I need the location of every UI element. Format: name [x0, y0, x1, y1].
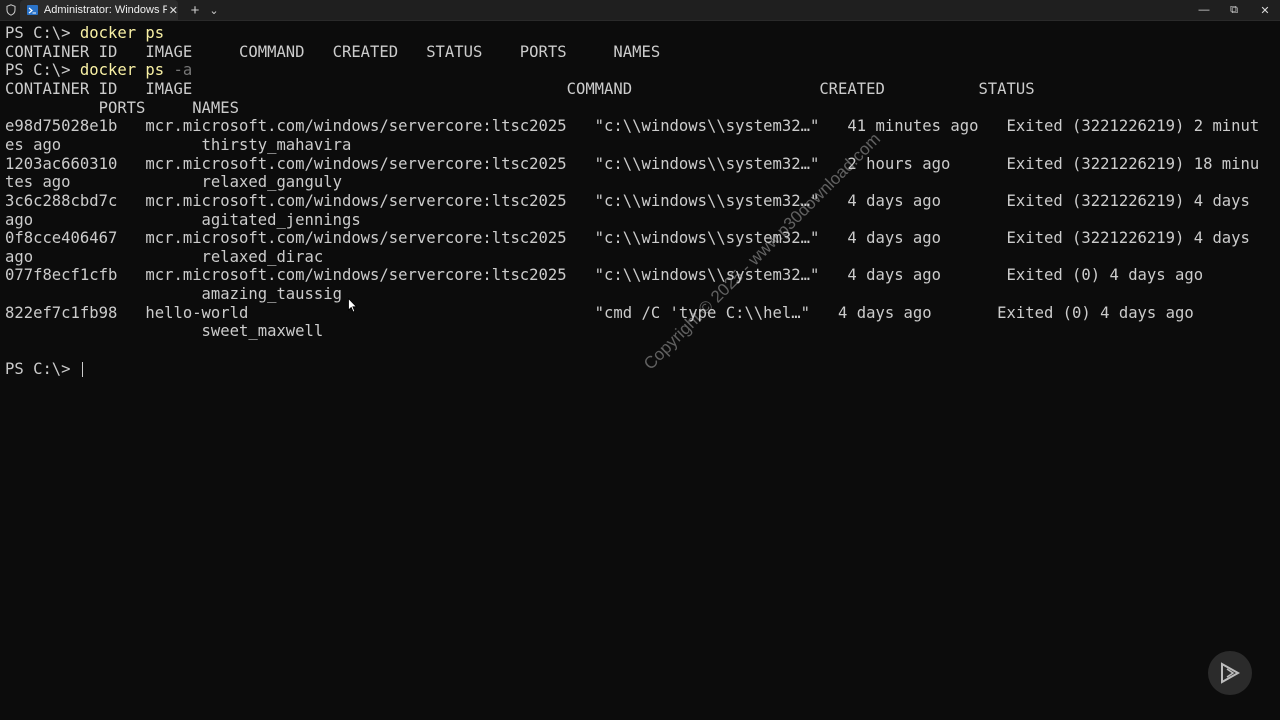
command-text: docker ps [79, 24, 165, 42]
shield-icon [4, 0, 18, 20]
prompt: PS C:\> [5, 24, 80, 42]
output-line: sweet_maxwell [5, 322, 324, 341]
prompt-line: PS C:\> docker ps -a [5, 61, 192, 80]
maximize-button[interactable]: ⧉ [1219, 0, 1249, 20]
play-badge-icon [1208, 651, 1252, 695]
minimize-button[interactable]: — [1189, 0, 1219, 20]
output-line: PORTS NAMES [5, 98, 240, 117]
tab-dropdown-icon[interactable]: ⌄ [206, 0, 222, 20]
output-line: ago relaxed_dirac [5, 247, 324, 266]
powershell-icon [27, 5, 38, 15]
output-line: CONTAINER ID IMAGE COMMAND CREATED STATU… [5, 79, 1035, 98]
prompt: PS C:\> [5, 61, 80, 80]
output-line: 1203ac660310 mcr.microsoft.com/windows/s… [5, 154, 1260, 173]
close-window-button[interactable]: ✕ [1250, 0, 1280, 20]
output-line: tes ago relaxed_ganguly [5, 173, 342, 192]
output-line: e98d75028e1b mcr.microsoft.com/windows/s… [5, 117, 1260, 136]
prompt-line: PS C:\> docker ps [5, 24, 164, 43]
output-line: es ago thirsty_mahavira [5, 135, 352, 154]
output-line: 077f8ecf1cfb mcr.microsoft.com/windows/s… [5, 266, 1204, 285]
mouse-pointer-icon [348, 297, 358, 318]
output-line: 822ef7c1fb98 hello-world "cmd /C 'type C… [5, 303, 1194, 322]
tab-powershell[interactable]: Administrator: Windows PowerShell ✕ [20, 0, 178, 20]
output-line: amazing_taussig [5, 285, 342, 304]
output-line: 3c6c288cbd7c mcr.microsoft.com/windows/s… [5, 191, 1250, 210]
output-line: 0f8cce406467 mcr.microsoft.com/windows/s… [5, 229, 1250, 248]
prompt-line: PS C:\> [5, 360, 83, 379]
command-text: docker ps [79, 61, 165, 80]
tab-title: Administrator: Windows PowerShell [43, 4, 167, 16]
title-bar: Administrator: Windows PowerShell ✕ + ⌄ … [0, 0, 1280, 21]
tab-close-icon[interactable]: ✕ [169, 4, 178, 17]
new-tab-button[interactable]: + [186, 0, 204, 20]
output-line: CONTAINER ID IMAGE COMMAND CREATED STATU… [5, 42, 661, 61]
command-flag: -a [164, 61, 193, 80]
text-cursor[interactable] [81, 361, 83, 377]
output-line: ago agitated_jennings [5, 210, 361, 229]
prompt: PS C:\> [5, 359, 80, 378]
